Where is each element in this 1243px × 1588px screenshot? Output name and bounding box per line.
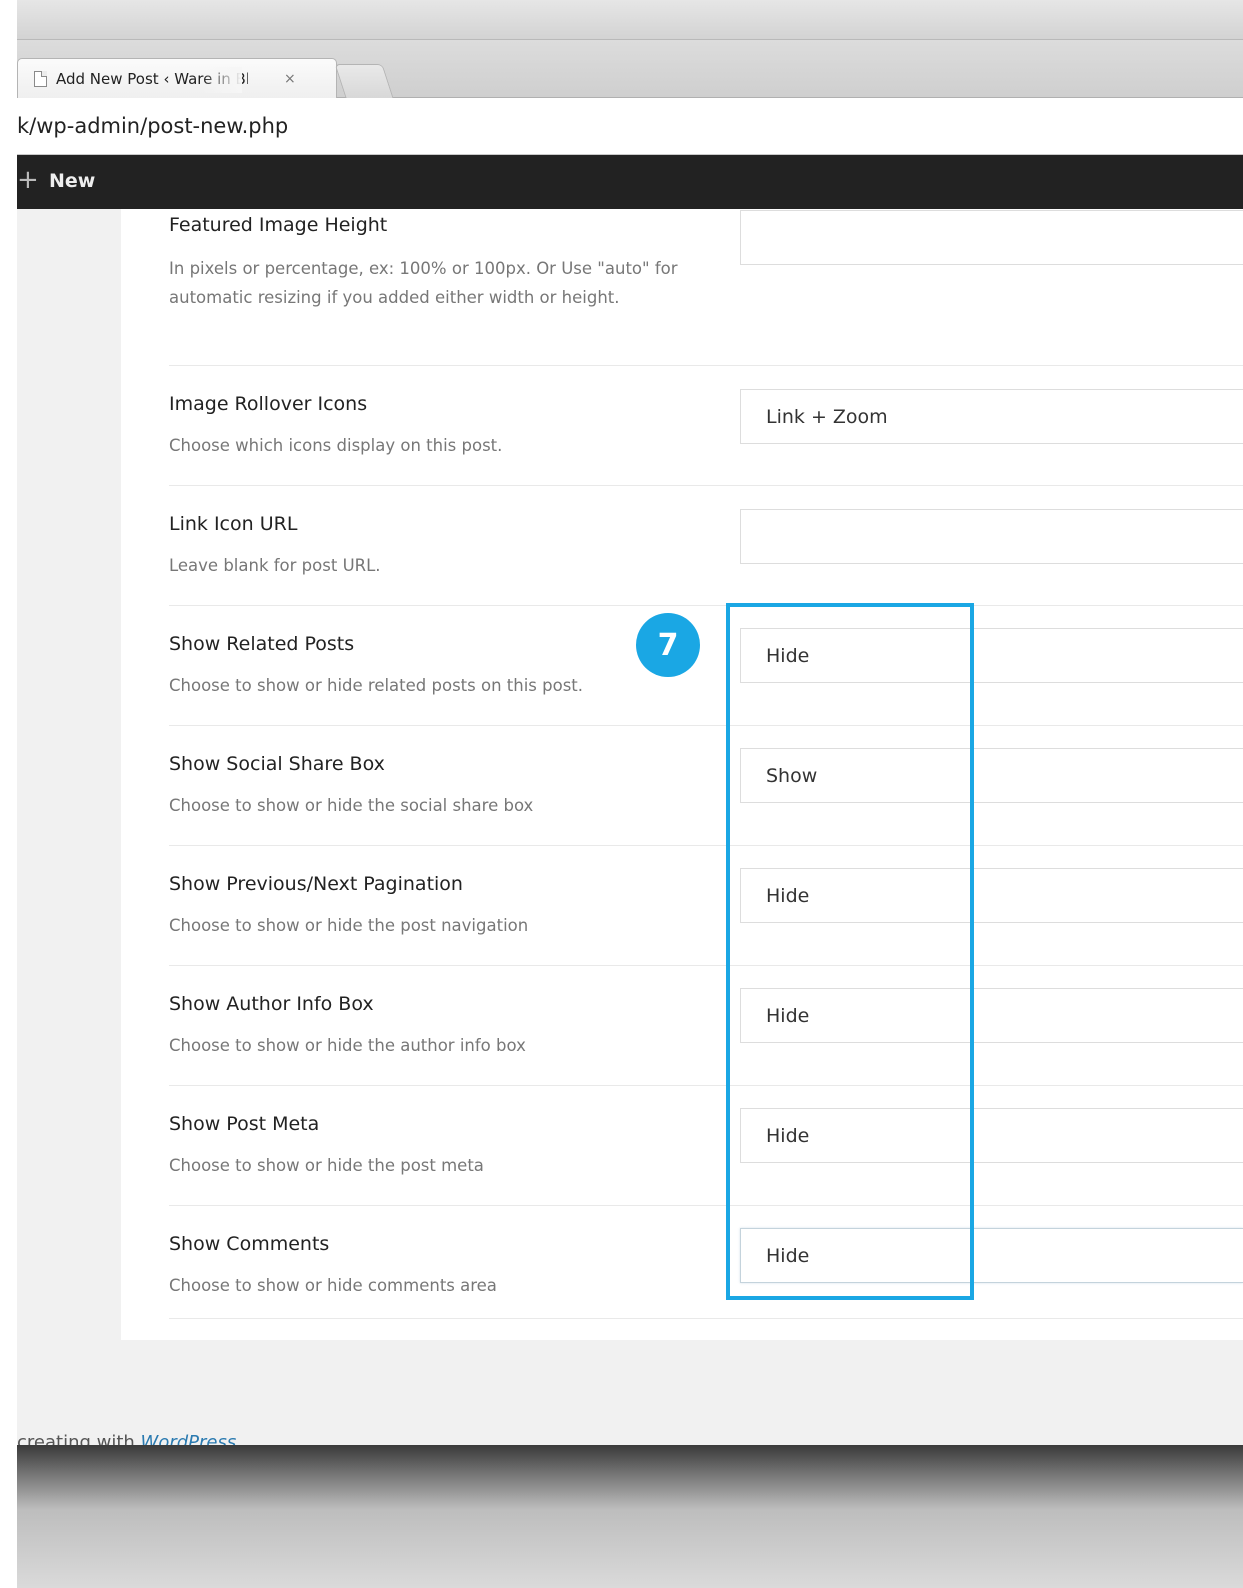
setting-description: Choose to show or hide the author info b… <box>169 1036 526 1055</box>
setting-label: Show Related Posts <box>169 633 355 655</box>
admin-footer-text: creating with WordPress <box>17 1432 236 1445</box>
address-bar[interactable]: k/wp-admin/post-new.php <box>17 98 1243 155</box>
setting-label: Image Rollover Icons <box>169 393 368 415</box>
setting-description: Choose which icons display on this post. <box>169 436 503 455</box>
setting-description: In pixels or percentage, ex: 100% or 100… <box>169 259 678 307</box>
row-divider <box>169 1318 1243 1319</box>
setting-label: Link Icon URL <box>169 513 298 535</box>
setting-row-show-related-posts: Show Related Posts Choose to show or hid… <box>169 628 1243 703</box>
address-bar-url: k/wp-admin/post-new.php <box>17 114 289 138</box>
annotation-step-badge: 7 <box>636 613 700 677</box>
setting-description: Choose to show or hide comments area <box>169 1276 497 1295</box>
featured-image-height-input[interactable] <box>740 210 1243 265</box>
setting-label: Show Author Info Box <box>169 993 374 1015</box>
setting-label: Show Post Meta <box>169 1113 320 1135</box>
browser-titlebar <box>17 0 1243 40</box>
row-divider <box>169 365 1243 366</box>
setting-description: Choose to show or hide the social share … <box>169 796 534 815</box>
setting-row-featured-image-height: Featured Image Height In pixels or perce… <box>169 210 1243 334</box>
wp-admin-bar: + New <box>17 155 1243 209</box>
setting-row-show-social-share-box: Show Social Share Box Choose to show or … <box>169 748 1243 823</box>
image-rollover-icons-select[interactable]: Link + Zoom <box>740 389 1243 444</box>
setting-row-show-pagination: Show Previous/Next Pagination Choose to … <box>169 868 1243 943</box>
setting-row-image-rollover-icons: Image Rollover Icons Choose which icons … <box>169 389 1243 463</box>
setting-description: Choose to show or hide related posts on … <box>169 676 584 695</box>
setting-description: Leave blank for post URL. <box>169 556 381 575</box>
row-divider <box>169 725 1243 726</box>
row-divider <box>169 845 1243 846</box>
browser-tab[interactable]: Add New Post ‹ Ware in Blo × <box>17 58 337 98</box>
row-divider <box>169 605 1243 606</box>
setting-label: Show Previous/Next Pagination <box>169 873 463 895</box>
annotation-highlight-box <box>726 603 974 1300</box>
row-divider <box>169 1085 1243 1086</box>
plus-icon[interactable]: + <box>17 167 39 193</box>
left-gutter <box>0 0 17 1588</box>
setting-label: Show Comments <box>169 1233 330 1255</box>
row-divider <box>169 965 1243 966</box>
tab-close-icon[interactable]: × <box>284 71 296 87</box>
tab-title-fade <box>202 67 242 93</box>
setting-label: Show Social Share Box <box>169 753 385 775</box>
wordpress-link[interactable]: WordPress <box>141 1432 237 1445</box>
setting-row-show-post-meta: Show Post Meta Choose to show or hide th… <box>169 1108 1243 1183</box>
field-value: Link + Zoom <box>766 406 888 428</box>
setting-row-show-author-info-box: Show Author Info Box Choose to show or h… <box>169 988 1243 1063</box>
document-icon <box>34 70 47 87</box>
link-icon-url-input[interactable] <box>740 509 1243 564</box>
setting-label: Featured Image Height <box>169 214 388 236</box>
setting-description: Choose to show or hide the post navigati… <box>169 916 529 935</box>
footer-prefix: creating with <box>17 1432 141 1445</box>
setting-description: Choose to show or hide the post meta <box>169 1156 484 1175</box>
row-divider <box>169 1205 1243 1206</box>
row-divider <box>169 485 1243 486</box>
setting-row-show-comments: Show Comments Choose to show or hide com… <box>169 1228 1243 1303</box>
screenshot-frame: Add New Post ‹ Ware in Blo × k/wp-admin/… <box>0 0 1243 1588</box>
new-content-link[interactable]: New <box>49 170 95 192</box>
window-bottom-edge <box>17 1445 1243 1588</box>
setting-row-link-icon-url: Link Icon URL Leave blank for post URL. <box>169 509 1243 583</box>
